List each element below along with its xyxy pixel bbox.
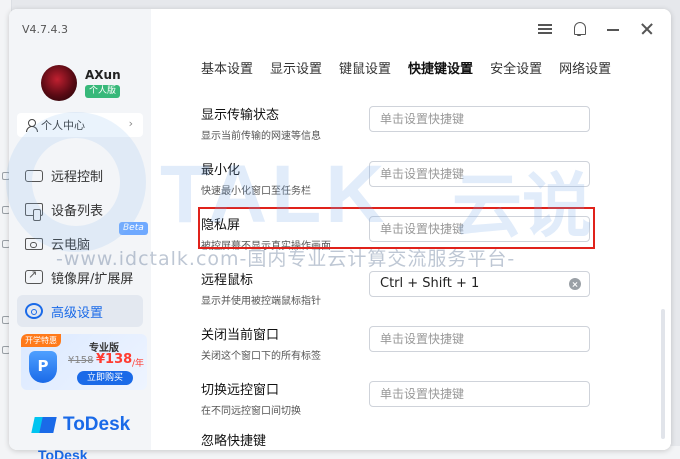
- brand-name: ToDesk: [63, 414, 131, 435]
- chevron-right-icon: ›: [128, 117, 133, 130]
- setting-row-privacy-screen: 隐私屏 被控屏幕不显示真实操作画面 单击设置快捷键: [201, 214, 621, 252]
- minimize-icon[interactable]: [605, 21, 621, 37]
- setting-row-remote-mouse: 远程鼠标 显示并使用被控端鼠标指针 Ctrl + Shift + 1: [201, 269, 621, 307]
- sidebar-item-remote-control[interactable]: 远程控制: [17, 159, 143, 191]
- shortcut-input[interactable]: 单击设置快捷键: [369, 326, 590, 352]
- shortcut-input[interactable]: 单击设置快捷键: [369, 106, 590, 132]
- beta-badge: Beta: [119, 222, 148, 235]
- gear-icon: [25, 303, 43, 319]
- shortcut-input[interactable]: 单击设置快捷键: [369, 381, 590, 407]
- shortcut-value: Ctrl + Shift + 1: [380, 276, 480, 291]
- promo-old-price: ¥158: [68, 355, 94, 366]
- shortcut-input[interactable]: 单击设置快捷键: [369, 161, 590, 187]
- menu-icon[interactable]: [537, 21, 553, 37]
- close-icon[interactable]: [639, 21, 655, 37]
- promo-banner[interactable]: 开学特惠 P 专业版 ¥158 ¥138 /年 立即购买: [21, 334, 147, 390]
- personal-center-label: 个人中心: [41, 119, 85, 132]
- buy-now-button[interactable]: 立即购买: [77, 371, 133, 385]
- tab-security[interactable]: 安全设置: [490, 58, 542, 77]
- settings-tabs: 基本设置 显示设置 键鼠设置 快捷键设置 安全设置 网络设置: [201, 58, 611, 77]
- setting-title: 忽略快捷键: [201, 434, 267, 449]
- todesk-logo-icon: [33, 415, 57, 435]
- clear-icon[interactable]: [569, 278, 581, 290]
- sidebar-item-mirror-screen[interactable]: 镜像屏/扩展屏: [17, 261, 143, 293]
- shortcut-input[interactable]: Ctrl + Shift + 1: [369, 271, 590, 297]
- tab-shortcuts[interactable]: 快捷键设置: [408, 58, 473, 77]
- settings-window: V4.7.4.3 AXun 个人版 个人中心 › 远程控制 设备列表 云电脑 B…: [9, 9, 671, 450]
- promo-new-price: ¥138: [96, 352, 133, 367]
- shield-icon: P: [29, 351, 57, 383]
- shortcut-input[interactable]: 单击设置快捷键: [369, 216, 590, 242]
- cloud-pc-icon: [25, 238, 43, 250]
- sidebar-item-advanced-settings[interactable]: 高级设置: [17, 295, 143, 327]
- brand-logo: ToDesk: [33, 414, 130, 436]
- window-controls: [537, 21, 655, 37]
- mirror-screen-icon: [25, 268, 43, 284]
- tab-basic[interactable]: 基本设置: [201, 58, 253, 77]
- personal-center-button[interactable]: 个人中心 ›: [17, 113, 143, 137]
- tab-keyboard-mouse[interactable]: 键鼠设置: [339, 58, 391, 77]
- sidebar-item-label: 设备列表: [51, 203, 104, 219]
- setting-row-minimize: 最小化 快速最小化窗口至任务栏 单击设置快捷键: [201, 159, 621, 197]
- sidebar-item-label: 云电脑: [51, 237, 91, 253]
- sidebar: V4.7.4.3 AXun 个人版 个人中心 › 远程控制 设备列表 云电脑 B…: [9, 9, 151, 450]
- setting-row-transfer-status: 显示传输状态 显示当前传输的网速等信息 单击设置快捷键: [201, 104, 621, 142]
- remote-control-icon: [25, 170, 43, 182]
- sidebar-item-device-list[interactable]: 设备列表: [17, 193, 143, 225]
- promo-tag: 开学特惠: [21, 334, 61, 347]
- scrollbar[interactable]: [661, 309, 665, 439]
- edition-badge: 个人版: [85, 85, 121, 98]
- person-icon: [25, 119, 38, 132]
- device-list-icon: [25, 202, 43, 221]
- sidebar-item-label: 高级设置: [51, 305, 104, 321]
- sidebar-item-label: 远程控制: [51, 169, 104, 185]
- user-name: AXun: [85, 68, 121, 82]
- setting-row-switch-window: 切换远控窗口 在不同远控窗口间切换 单击设置快捷键: [201, 379, 621, 417]
- app-version: V4.7.4.3: [22, 23, 69, 36]
- setting-row-close-window: 关闭当前窗口 关闭这个窗口下的所有标签 单击设置快捷键: [201, 324, 621, 362]
- tab-display[interactable]: 显示设置: [270, 58, 322, 77]
- bell-icon[interactable]: [571, 21, 587, 37]
- promo-price-unit: /年: [132, 359, 145, 369]
- main-panel: 基本设置 显示设置 键鼠设置 快捷键设置 安全设置 网络设置 显示传输状态 显示…: [151, 9, 671, 450]
- setting-row-ignore-shortcuts: 忽略快捷键: [201, 430, 621, 449]
- sidebar-item-label: 镜像屏/扩展屏: [51, 271, 134, 287]
- tab-network[interactable]: 网络设置: [559, 58, 611, 77]
- avatar[interactable]: [41, 65, 77, 101]
